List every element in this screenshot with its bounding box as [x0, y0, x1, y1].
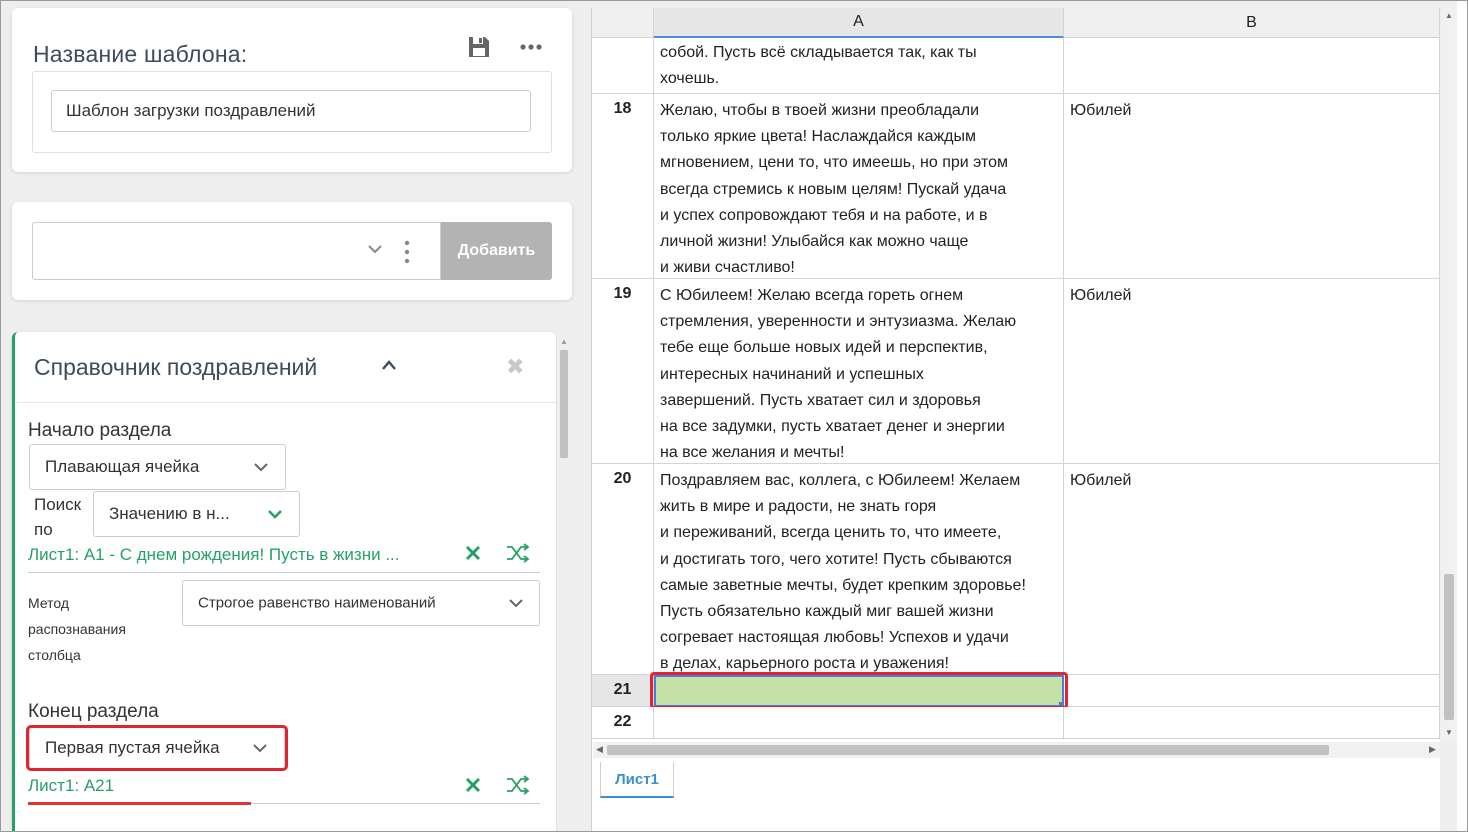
window-frame	[0, 0, 1468, 832]
